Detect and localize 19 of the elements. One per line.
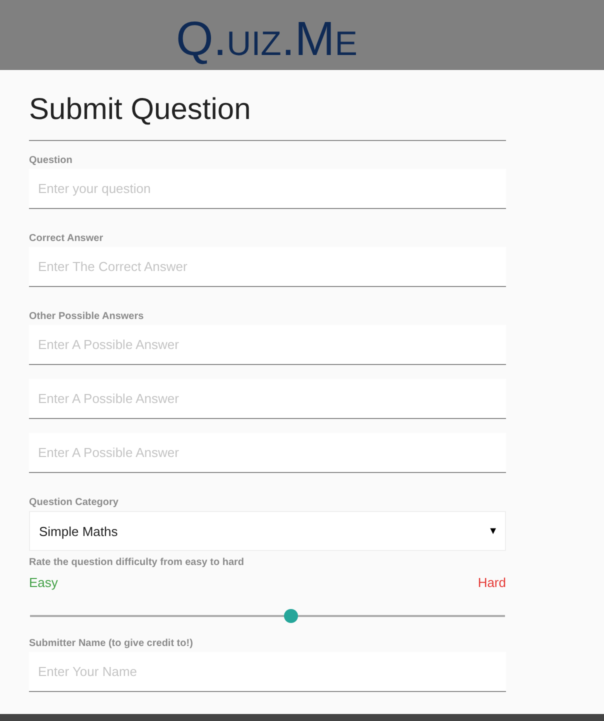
hard-label: Hard [478,575,506,590]
answer-field[interactable]: Enter A Possible Answer [29,379,506,419]
field-label: Question Category [29,497,120,508]
name-field[interactable]: Enter Your Name [29,652,506,692]
slider-thumb[interactable] [284,609,298,623]
field-label: Other Possible Answers [29,311,145,322]
question-field[interactable]: Enter your question [29,169,506,209]
answer-field[interactable]: Enter A Possible Answer [29,433,506,473]
field-label: Question [29,155,74,166]
easy-label: Easy [29,575,58,590]
field-label: Submitter Name (to give credit to!) [29,638,194,649]
answer-field[interactable]: Enter The Correct Answer [29,247,506,287]
page-title: Submit Question [29,92,252,128]
answer-field[interactable]: Enter A Possible Answer [29,325,506,365]
field-label: Rate the question difficulty from easy to hard [29,557,246,568]
category-select[interactable]: Simple Maths ▼ [29,511,506,551]
difficulty-slider[interactable] [30,609,505,623]
logo-text: Q.uiz.Me [176,12,358,68]
field-label: Correct Answer [29,233,104,244]
